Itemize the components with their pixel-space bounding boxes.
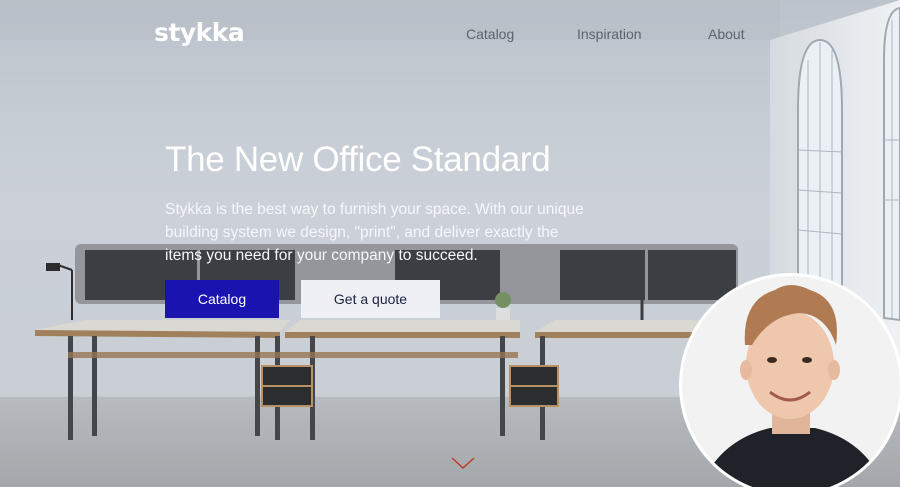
hero-description: Stykka is the best way to furnish your s… bbox=[165, 201, 584, 264]
nav-link-about[interactable]: About bbox=[708, 26, 745, 42]
nav-link-inspiration[interactable]: Inspiration bbox=[577, 26, 642, 42]
chevron-down-icon[interactable] bbox=[451, 457, 475, 469]
brand-logo[interactable]: stykka bbox=[154, 18, 245, 47]
catalog-button[interactable]: Catalog bbox=[165, 280, 279, 318]
hero-title: The New Office Standard bbox=[165, 140, 551, 179]
get-quote-button[interactable]: Get a quote bbox=[301, 280, 440, 318]
nav-link-catalog[interactable]: Catalog bbox=[466, 26, 514, 42]
